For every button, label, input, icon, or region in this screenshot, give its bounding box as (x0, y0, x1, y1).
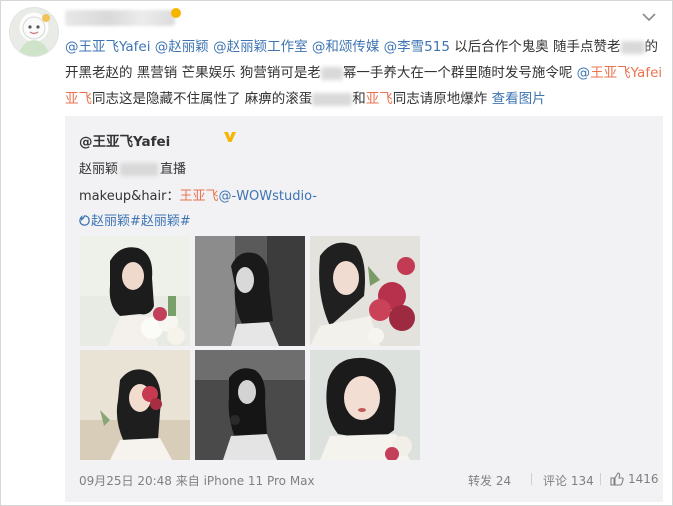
thumbs-up-icon (610, 472, 624, 486)
photo-3[interactable] (310, 236, 420, 346)
post-text-segment: 同志请原地爆炸 (392, 91, 492, 107)
user-avatar[interactable] (9, 7, 59, 57)
mention-highlight[interactable]: 亚飞 (65, 91, 92, 107)
post-body-text: @王亚飞Yafei @赵丽颖 @赵丽颖工作室 @和颂传媒 @李雪515 以后合作… (65, 34, 665, 112)
mention-link[interactable]: @赵丽颖工作室 (209, 39, 308, 55)
mention-link[interactable]: @王亚飞Yafei (65, 39, 150, 55)
mention-link[interactable]: @和颂传媒 (308, 39, 380, 55)
photo-4[interactable] (80, 350, 190, 460)
repost-line-2: makeup&hair：王亚飞@-WOWstudio- (79, 185, 317, 204)
mention-highlight[interactable]: 亚飞 (366, 91, 393, 107)
topic-link[interactable]: 赵丽颖#赵丽颖# (79, 210, 191, 229)
verified-v-icon (224, 132, 236, 142)
like-button[interactable]: 1416 (610, 472, 659, 486)
studio-link[interactable]: @-WOWstudio- (219, 189, 318, 204)
mention-highlight[interactable]: 王亚飞Yafei (590, 65, 662, 81)
repost-line-1-prefix: 赵丽颖 (79, 162, 119, 177)
mention-link[interactable]: @赵丽颖 (150, 39, 209, 55)
super-topic-icon (79, 215, 90, 226)
blurred-text (120, 163, 159, 176)
repost-box: @王亚飞Yafei 赵丽颖 直播 makeup&hair：王亚飞@-WOWstud… (65, 116, 663, 502)
view-image-link[interactable]: 查看图片 (492, 91, 546, 107)
like-count: 1416 (628, 472, 659, 486)
blurred-text (312, 92, 353, 106)
post-text-segment: 同志这是隐藏不住属性了 麻痹的滚蛋 (92, 91, 313, 107)
repost-button[interactable]: 转发 24 (468, 472, 511, 489)
weibo-post-card: @王亚飞Yafei @赵丽颖 @赵丽颖工作室 @和颂传媒 @李雪515 以后合作… (0, 0, 673, 506)
photo-5[interactable] (195, 350, 305, 460)
photo-2[interactable] (195, 236, 305, 346)
mention-link[interactable]: @李雪515 (379, 39, 450, 55)
post-text-segment: 和 (352, 91, 366, 107)
member-badge-icon (171, 8, 181, 18)
post-time-source[interactable]: 09月25日 20:48 来自 iPhone 11 Pro Max (79, 472, 315, 489)
post-text-segment: 幂一手养大在一个群里随时发号施令呢 (342, 65, 577, 81)
username-blurred[interactable] (65, 10, 175, 26)
mention-link[interactable]: 王亚飞 (179, 189, 218, 204)
comment-count: 评论 134 (543, 474, 594, 488)
divider (531, 473, 532, 485)
mention-link[interactable]: @ (577, 65, 591, 81)
repost-line-1: 赵丽颖 直播 (79, 158, 186, 177)
topic-text[interactable]: 赵丽颖#赵丽颖# (91, 214, 191, 229)
repost-count: 转发 24 (468, 474, 512, 488)
chevron-down-icon[interactable] (642, 12, 656, 22)
blurred-text (320, 66, 343, 80)
photo-1[interactable] (80, 236, 190, 346)
makeup-label: makeup&hair： (79, 189, 180, 204)
comment-button[interactable]: 评论 134 (543, 472, 594, 489)
photo-6[interactable] (310, 350, 420, 460)
repost-author-link[interactable]: @王亚飞Yafei (79, 130, 170, 150)
divider (600, 473, 601, 485)
post-text-segment: 以后合作个鬼奥 随手点赞老 (449, 39, 621, 55)
repost-line-1-suffix: 直播 (160, 162, 187, 177)
blurred-text (620, 40, 645, 54)
